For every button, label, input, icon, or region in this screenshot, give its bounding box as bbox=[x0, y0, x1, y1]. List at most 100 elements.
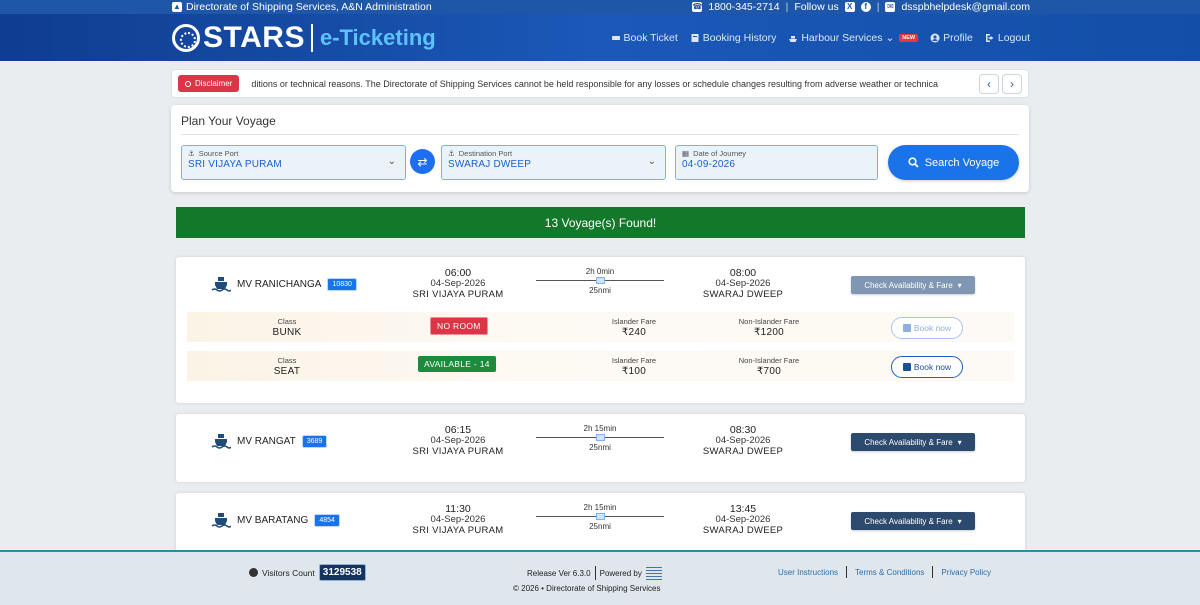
chevron-down-icon: ⌄ bbox=[885, 31, 895, 44]
helpdesk-email[interactable]: dsspbhelpdesk@gmail.com bbox=[901, 1, 1030, 13]
main-nav: Book Ticket Booking History Harbour Serv… bbox=[611, 32, 1030, 44]
x-twitter-icon[interactable]: X bbox=[844, 2, 855, 12]
divider bbox=[846, 566, 848, 578]
class-row: Class SEAT AVAILABLE - 14 Islander Fare … bbox=[187, 351, 1014, 381]
plan-title: Plan Your Voyage bbox=[181, 114, 1019, 135]
divider bbox=[932, 566, 934, 578]
arrival-info: 08:00 04-Sep-2026 SWARAJ DWEEP bbox=[678, 267, 808, 301]
nav-logout[interactable]: Logout bbox=[985, 32, 1030, 44]
nav-label: Harbour Services bbox=[801, 31, 883, 44]
check-availability-button[interactable]: Check Availability & Fare ▾ bbox=[851, 512, 975, 530]
search-voyage-label: Search Voyage bbox=[924, 156, 1000, 169]
nav-profile[interactable]: Profile bbox=[930, 32, 973, 44]
footer-links: User Instructions Terms & Conditions Pri… bbox=[778, 566, 991, 578]
disclaimer-bar: Disclaimer ditions or technical reasons.… bbox=[171, 69, 1029, 98]
departure-port: SRI VIJAYA PURAM bbox=[412, 288, 504, 300]
journey-date-input[interactable]: ▦ Date of Journey 04-09-2026 bbox=[675, 145, 878, 180]
destination-port-value: SWARAJ DWEEP bbox=[448, 159, 532, 170]
vessel-id-badge: 10830 bbox=[327, 277, 357, 291]
availability-status: AVAILABLE - 14 bbox=[418, 356, 496, 372]
divider: | bbox=[785, 1, 789, 13]
vessel-name: MV RANICHANGA bbox=[237, 278, 322, 290]
class-name: BUNK bbox=[272, 326, 302, 338]
ferry-icon bbox=[211, 277, 231, 292]
arrival-port: SWARAJ DWEEP bbox=[702, 288, 784, 300]
departure-info: 06:00 04-Sep-2026 SRI VIJAYA PURAM bbox=[393, 267, 523, 301]
search-icon bbox=[908, 157, 919, 168]
source-port-select[interactable]: ⚓ Source Port SRI VIJAYA PURAM ⌄ bbox=[181, 145, 406, 180]
nav-harbour-services[interactable]: Harbour Services ⌄ NEW bbox=[788, 31, 919, 44]
caret-down-icon: ▾ bbox=[957, 280, 962, 290]
release-version: Release Ver 6.3.0 bbox=[527, 568, 591, 578]
destination-port-label: Destination Port bbox=[458, 149, 513, 158]
ship-icon bbox=[789, 35, 798, 42]
mail-icon: ✉ bbox=[885, 2, 896, 12]
voyage-card: MV RANICHANGA 10830 06:00 04-Sep-2026 SR… bbox=[176, 257, 1025, 403]
nav-label: Profile bbox=[943, 31, 973, 44]
caret-down-icon: ▾ bbox=[957, 437, 962, 447]
cris-logo-icon bbox=[645, 566, 662, 580]
journey-date-value: 04-09-2026 bbox=[682, 159, 736, 170]
logout-icon bbox=[985, 33, 994, 42]
arrival-port: SWARAJ DWEEP bbox=[702, 524, 784, 536]
brand-name: STARS bbox=[203, 20, 305, 54]
calendar-icon bbox=[902, 324, 911, 332]
privacy-policy-link[interactable]: Privacy Policy bbox=[941, 568, 991, 577]
non-islander-fare: ₹1200 bbox=[753, 326, 785, 338]
facebook-icon[interactable]: f bbox=[860, 2, 871, 12]
destination-port-select[interactable]: ⚓ Destination Port SWARAJ DWEEP ⌄ bbox=[441, 145, 666, 180]
phone-icon: ☎ bbox=[692, 2, 703, 12]
nav-book-ticket[interactable]: Book Ticket bbox=[611, 32, 678, 44]
voyage-duration: 2h 15min 25nmi bbox=[536, 503, 664, 531]
departure-port: SRI VIJAYA PURAM bbox=[412, 445, 504, 457]
class-label: Class bbox=[277, 356, 297, 365]
check-availability-button[interactable]: Check Availability & Fare ▾ bbox=[851, 433, 975, 451]
brand-logo[interactable]: STARS e-Ticketing bbox=[172, 21, 436, 55]
nav-label: Booking History bbox=[702, 31, 777, 44]
distance-text: 25nmi bbox=[589, 443, 611, 452]
book-now-label: Book now bbox=[913, 323, 952, 333]
ticket-icon bbox=[611, 35, 620, 40]
user-icon bbox=[930, 33, 940, 42]
arrival-info: 08:30 04-Sep-2026 SWARAJ DWEEP bbox=[678, 424, 808, 458]
search-voyage-button[interactable]: Search Voyage bbox=[888, 145, 1019, 180]
voyage-duration: 2h 0min 25nmi bbox=[536, 267, 664, 295]
ferry-icon bbox=[211, 434, 231, 449]
check-availability-button[interactable]: Check Availability & Fare ▾ bbox=[851, 276, 975, 294]
book-now-button[interactable]: Book now bbox=[891, 356, 963, 378]
chevron-left-icon[interactable]: ‹ bbox=[979, 73, 999, 94]
non-islander-fare: ₹700 bbox=[756, 365, 782, 377]
alert-icon bbox=[185, 80, 191, 87]
swap-ports-button[interactable]: ⇄ bbox=[410, 149, 435, 174]
book-icon bbox=[691, 33, 699, 42]
book-now-label: Book now bbox=[913, 362, 952, 372]
disclaimer-text: ditions or technical reasons. The Direct… bbox=[251, 78, 939, 89]
check-availability-label: Check Availability & Fare bbox=[864, 516, 953, 526]
nav-label: Logout bbox=[997, 31, 1030, 44]
helpline-number[interactable]: 1800-345-2714 bbox=[708, 1, 779, 13]
follow-label: Follow us bbox=[794, 1, 839, 13]
nav-booking-history[interactable]: Booking History bbox=[690, 31, 777, 44]
new-badge: NEW bbox=[899, 33, 919, 42]
non-islander-fare-label: Non-Islander Fare bbox=[738, 317, 800, 326]
terms-link[interactable]: Terms & Conditions bbox=[855, 568, 924, 577]
chevron-down-icon: ⌄ bbox=[647, 156, 656, 167]
islander-fare: ₹100 bbox=[621, 365, 647, 377]
check-availability-label: Check Availability & Fare bbox=[864, 437, 953, 447]
globe-icon bbox=[249, 568, 258, 577]
ship-marker-icon bbox=[596, 434, 605, 441]
islander-fare-label: Islander Fare bbox=[611, 317, 657, 326]
islander-fare: ₹240 bbox=[621, 326, 647, 338]
duration-text: 2h 15min bbox=[583, 424, 617, 433]
book-now-button[interactable]: Book now bbox=[891, 317, 963, 339]
brand-divider bbox=[310, 23, 313, 52]
chevron-down-icon: ⌄ bbox=[387, 156, 396, 167]
class-row: Class BUNK NO ROOM Islander Fare ₹240 No… bbox=[187, 312, 1014, 342]
plan-voyage-card: Plan Your Voyage ⚓ Source Port SRI VIJAYA… bbox=[171, 105, 1029, 192]
vessel-id-badge: 3689 bbox=[301, 434, 328, 448]
footer: Visitors Count 3129538 Release Ver 6.3.0… bbox=[0, 550, 1200, 605]
chevron-right-icon[interactable]: › bbox=[1002, 73, 1022, 94]
brand-subtitle: e-Ticketing bbox=[319, 24, 436, 50]
user-instructions-link[interactable]: User Instructions bbox=[778, 568, 838, 577]
arrival-port: SWARAJ DWEEP bbox=[702, 445, 784, 457]
